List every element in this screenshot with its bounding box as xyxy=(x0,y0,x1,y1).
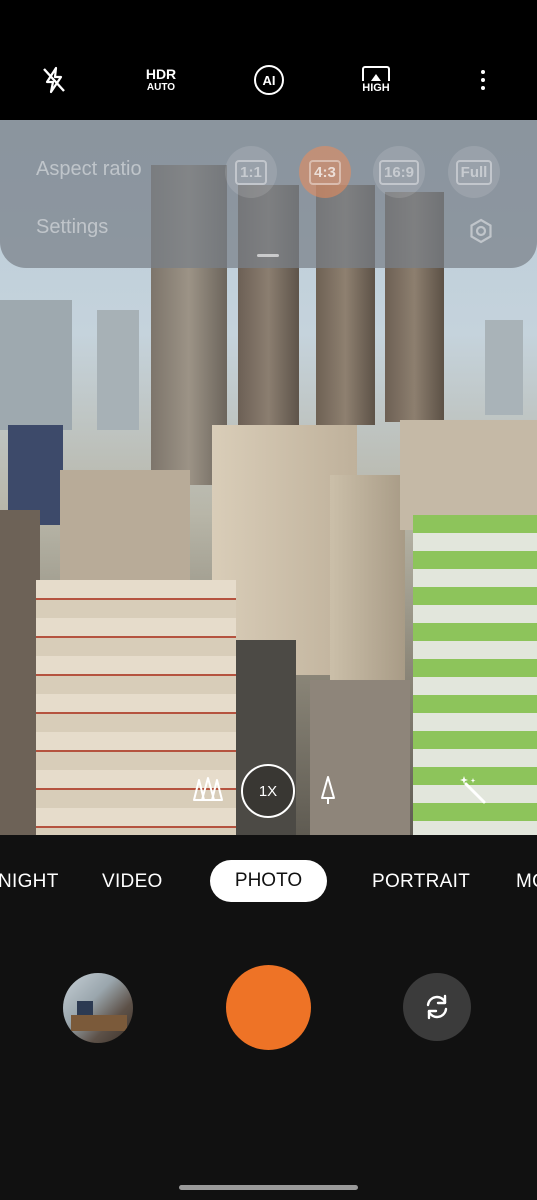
flash-off-icon[interactable] xyxy=(34,58,74,102)
settings-label[interactable]: Settings xyxy=(36,216,108,239)
ratio-label: Full xyxy=(455,159,493,185)
building xyxy=(60,470,190,590)
quality-label: HIGH xyxy=(362,82,390,94)
ai-icon: AI xyxy=(254,65,284,95)
top-bar: HDR AUTO AI HIGH xyxy=(0,0,537,120)
hdr-label: HDR xyxy=(145,66,177,82)
ai-button[interactable]: AI xyxy=(252,58,286,102)
zoom-controls: 1X xyxy=(0,762,537,822)
background-building xyxy=(485,320,523,415)
mode-video[interactable]: VIDEO xyxy=(102,871,163,893)
ratio-4-3-button[interactable]: 4:3 xyxy=(299,146,351,198)
shutter-button[interactable] xyxy=(226,965,311,1050)
mode-more[interactable]: MO xyxy=(516,871,537,893)
ratio-1-1-button[interactable]: 1:1 xyxy=(225,146,277,198)
ratio-label: 16:9 xyxy=(378,159,420,185)
image-quality-icon xyxy=(362,66,390,81)
hdr-button[interactable]: HDR AUTO xyxy=(138,58,184,102)
aspect-ratio-label: Aspect ratio xyxy=(36,158,142,180)
mode-portrait[interactable]: PORTRAIT xyxy=(372,871,470,893)
ratio-full-button[interactable]: Full xyxy=(448,146,500,198)
magic-wand-icon[interactable] xyxy=(458,774,490,806)
gallery-thumbnail[interactable] xyxy=(63,973,133,1043)
background-building xyxy=(0,300,72,430)
hdr-mode-label: AUTO xyxy=(146,82,176,93)
settings-gear-icon[interactable] xyxy=(466,216,496,246)
tree-tele-icon[interactable] xyxy=(317,774,339,806)
quality-button[interactable]: HIGH xyxy=(358,58,394,102)
mode-night[interactable]: NIGHT xyxy=(0,871,59,893)
ratio-label: 4:3 xyxy=(309,159,341,185)
more-vertical-icon[interactable] xyxy=(472,58,494,102)
switch-camera-icon xyxy=(426,994,448,1020)
zoom-level-button[interactable]: 1X xyxy=(241,764,295,818)
building xyxy=(400,420,537,530)
trees-wide-icon[interactable] xyxy=(193,774,223,806)
home-indicator[interactable] xyxy=(179,1185,358,1190)
mode-photo[interactable]: PHOTO xyxy=(210,860,327,902)
bottom-controls: NIGHT VIDEO PHOTO PORTRAIT MO xyxy=(0,835,537,1200)
quick-settings-panel: Aspect ratio Settings 1:1 4:3 16:9 Full xyxy=(0,120,537,268)
zoom-level-label: 1X xyxy=(258,782,278,800)
switch-camera-button[interactable] xyxy=(403,973,471,1041)
background-building xyxy=(97,310,139,430)
ratio-16-9-button[interactable]: 16:9 xyxy=(373,146,425,198)
ai-label: AI xyxy=(262,72,276,88)
panel-drag-handle[interactable] xyxy=(257,254,279,257)
ratio-label: 1:1 xyxy=(235,159,267,185)
